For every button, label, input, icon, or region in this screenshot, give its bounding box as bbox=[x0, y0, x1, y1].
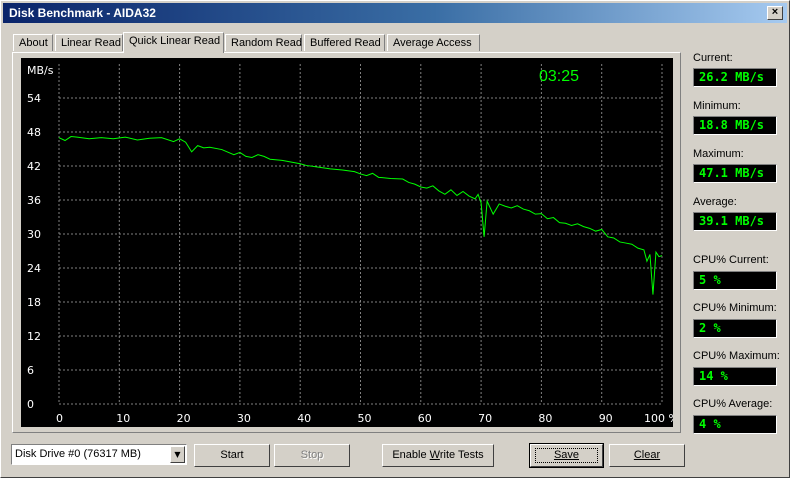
tab-panel: 0 6 12 18 24 30 36 42 48 54 MB/s 0 10 20 30 40 50 60 70 80 9… bbox=[12, 52, 681, 433]
y-tick-label: 36 bbox=[27, 194, 41, 207]
x-tick-label: 10 bbox=[116, 412, 130, 425]
y-tick-label: 30 bbox=[27, 228, 41, 241]
y-tick-label: 48 bbox=[27, 126, 41, 139]
title-bar[interactable]: Disk Benchmark - AIDA32 × bbox=[3, 3, 787, 23]
y-tick-label: 0 bbox=[27, 398, 34, 411]
y-axis-label: MB/s bbox=[27, 64, 54, 77]
x-tick-label: 80 bbox=[538, 412, 552, 425]
tab-buffered-read[interactable]: Buffered Read bbox=[304, 34, 385, 51]
cpu-maximum-label: CPU% Maximum: bbox=[693, 350, 780, 362]
stop-button[interactable]: Stop bbox=[274, 444, 350, 467]
chart-svg: 0 6 12 18 24 30 36 42 48 54 MB/s 0 10 20 30 40 50 60 70 80 9… bbox=[27, 64, 673, 425]
x-tick-label: 90 bbox=[599, 412, 613, 425]
drive-select[interactable]: Disk Drive #0 (76317 MB) ▼ bbox=[11, 444, 187, 465]
x-tick-label: 60 bbox=[418, 412, 432, 425]
y-tick-label: 42 bbox=[27, 160, 41, 173]
y-tick-label: 24 bbox=[27, 262, 41, 275]
cpu-current-label: CPU% Current: bbox=[693, 254, 769, 266]
enable-write-suffix: rite Tests bbox=[439, 449, 484, 461]
current-label: Current: bbox=[693, 52, 733, 64]
enable-write-tests-button[interactable]: Enable Write Tests bbox=[382, 444, 494, 467]
tab-quick-linear-read[interactable]: Quick Linear Read bbox=[123, 32, 224, 53]
x-tick-label: 30 bbox=[237, 412, 251, 425]
y-tick-label: 54 bbox=[27, 92, 41, 105]
benchmark-window: Disk Benchmark - AIDA32 × About Linear R… bbox=[0, 0, 790, 478]
save-button[interactable]: Save bbox=[529, 443, 604, 468]
start-button[interactable]: Start bbox=[194, 444, 270, 467]
tab-linear-read[interactable]: Linear Read bbox=[55, 34, 123, 51]
x-tick-label: 100 % bbox=[644, 412, 673, 425]
x-tick-label: 70 bbox=[478, 412, 492, 425]
tab-about[interactable]: About bbox=[13, 34, 53, 51]
minimum-value: 18.8 MB/s bbox=[693, 116, 777, 135]
chart-area: 0 6 12 18 24 30 36 42 48 54 MB/s 0 10 20 30 40 50 60 70 80 9… bbox=[21, 58, 673, 427]
chevron-down-icon[interactable]: ▼ bbox=[170, 446, 185, 463]
cpu-minimum-value: 2 % bbox=[693, 319, 777, 338]
window-title: Disk Benchmark - AIDA32 bbox=[9, 6, 156, 20]
close-button[interactable]: × bbox=[767, 6, 783, 20]
y-tick-label: 6 bbox=[27, 364, 34, 377]
cpu-average-label: CPU% Average: bbox=[693, 398, 773, 410]
maximum-label: Maximum: bbox=[693, 148, 744, 160]
x-tick-label: 20 bbox=[177, 412, 191, 425]
average-value: 39.1 MB/s bbox=[693, 212, 777, 231]
drive-select-value: Disk Drive #0 (76317 MB) bbox=[15, 448, 141, 460]
tab-random-read[interactable]: Random Read bbox=[225, 34, 302, 51]
maximum-value: 47.1 MB/s bbox=[693, 164, 777, 183]
current-value: 26.2 MB/s bbox=[693, 68, 777, 87]
cpu-maximum-value: 14 % bbox=[693, 367, 777, 386]
tab-average-access[interactable]: Average Access bbox=[387, 34, 480, 51]
x-tick-label: 0 bbox=[56, 412, 63, 425]
y-tick-label: 18 bbox=[27, 296, 41, 309]
save-focus-rect bbox=[535, 448, 598, 463]
y-tick-label: 12 bbox=[27, 330, 41, 343]
close-icon: × bbox=[771, 6, 779, 18]
cpu-minimum-label: CPU% Minimum: bbox=[693, 302, 777, 314]
clear-button[interactable]: Clear bbox=[609, 444, 685, 467]
clear-label: Clear bbox=[633, 449, 661, 461]
cpu-current-value: 5 % bbox=[693, 271, 777, 290]
enable-write-prefix: Enable bbox=[392, 449, 430, 461]
x-tick-label: 40 bbox=[297, 412, 311, 425]
x-tick-label: 50 bbox=[358, 412, 372, 425]
minimum-label: Minimum: bbox=[693, 100, 741, 112]
enable-write-accelerator: W bbox=[429, 449, 440, 461]
average-label: Average: bbox=[693, 196, 737, 208]
elapsed-timer: 03:25 bbox=[539, 68, 580, 85]
cpu-average-value: 4 % bbox=[693, 415, 777, 434]
